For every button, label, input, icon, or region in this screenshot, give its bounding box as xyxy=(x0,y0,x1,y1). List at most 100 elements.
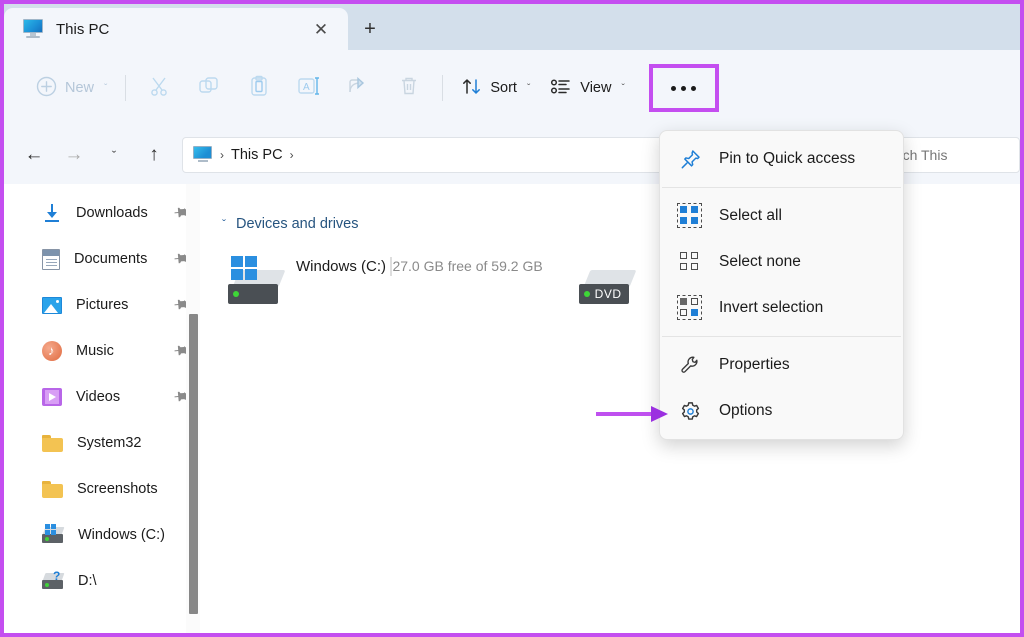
sidebar-item-downloads[interactable]: Downloads xyxy=(4,190,200,236)
recent-locations-button[interactable]: ˇ xyxy=(94,135,134,175)
sidebar-item-label: Videos xyxy=(76,389,121,405)
paste-button[interactable] xyxy=(234,66,284,110)
svg-text:A: A xyxy=(303,82,310,93)
this-pc-monitor-icon xyxy=(193,146,213,164)
sort-button[interactable]: Sort ˇ xyxy=(451,68,540,108)
menu-item-invert-selection[interactable]: Invert selection xyxy=(660,285,903,331)
this-pc-monitor-icon xyxy=(22,19,44,39)
sidebar-item-system32[interactable]: System32 xyxy=(4,420,200,466)
file-explorer-window: This PC ✕ + New ˇ A Sort ˇ View ˇ ← → ˇ … xyxy=(0,0,1024,637)
group-title: Devices and drives xyxy=(236,216,359,232)
sidebar-item-videos[interactable]: Videos xyxy=(4,374,200,420)
navigation-pane: Downloads Documents Pictures ♪ Music Vid… xyxy=(4,184,200,633)
sidebar-item-label: Music xyxy=(76,343,114,359)
see-more-context-menu: Pin to Quick access Select all Select no… xyxy=(659,130,904,440)
folder-icon xyxy=(42,480,63,498)
wrench-icon xyxy=(680,355,701,376)
forward-button[interactable]: → xyxy=(54,135,94,175)
menu-item-label: Invert selection xyxy=(719,299,824,316)
annotation-arrow-to-options xyxy=(596,406,674,422)
delete-button[interactable] xyxy=(384,66,434,110)
ellipsis-icon xyxy=(691,85,697,91)
sidebar-item-label: System32 xyxy=(77,435,142,451)
back-button[interactable]: ← xyxy=(14,135,54,175)
share-icon xyxy=(347,75,371,102)
downloads-icon xyxy=(42,203,62,223)
sidebar-item-screenshots[interactable]: Screenshots xyxy=(4,466,200,512)
copy-button[interactable] xyxy=(184,66,234,110)
chevron-down-icon: ˇ xyxy=(621,82,625,94)
breadcrumb-separator: › xyxy=(220,148,224,162)
sidebar-item-label: Windows (C:) xyxy=(78,527,166,543)
up-button[interactable]: ↑ xyxy=(134,135,174,175)
dvd-drive-icon: DVD xyxy=(573,254,637,306)
toolbar-divider-1 xyxy=(125,75,127,101)
copy-icon xyxy=(198,75,220,102)
new-button-label: New xyxy=(65,80,95,96)
select-all-icon xyxy=(677,202,702,228)
folder-icon xyxy=(42,434,63,452)
tab-strip: This PC ✕ + xyxy=(4,4,1020,50)
rename-icon: A xyxy=(297,75,321,102)
invert-selection-icon xyxy=(677,294,702,320)
sort-button-label: Sort xyxy=(490,80,517,96)
tab-title: This PC xyxy=(56,20,110,38)
breadcrumb-separator: › xyxy=(289,148,294,162)
sidebar-item-documents[interactable]: Documents xyxy=(4,236,200,282)
menu-separator xyxy=(662,187,901,188)
sidebar-item-windows-c[interactable]: Windows (C:) xyxy=(4,512,200,558)
windows-drive-icon xyxy=(42,524,65,545)
sidebar-item-label: Pictures xyxy=(76,297,129,313)
sidebar-item-label: D:\ xyxy=(78,573,97,589)
gear-icon xyxy=(680,401,701,422)
menu-item-properties[interactable]: Properties xyxy=(660,342,903,388)
breadcrumb-this-pc[interactable]: This PC xyxy=(231,147,283,163)
sort-arrows-icon xyxy=(461,76,482,101)
rename-button[interactable]: A xyxy=(284,66,334,110)
pin-icon xyxy=(680,149,701,170)
clipboard-icon xyxy=(248,75,270,102)
scissors-icon xyxy=(148,75,170,102)
menu-item-label: Options xyxy=(719,402,773,419)
close-icon[interactable]: ✕ xyxy=(306,14,336,44)
arrow-head-icon xyxy=(651,406,668,422)
command-bar: New ˇ A Sort ˇ View ˇ xyxy=(4,50,1020,126)
sidebar-item-pictures[interactable]: Pictures xyxy=(4,282,200,328)
view-list-icon xyxy=(550,76,572,101)
new-button[interactable]: New ˇ xyxy=(26,68,117,108)
menu-item-pin-to-quick-access[interactable]: Pin to Quick access xyxy=(660,136,903,182)
ellipsis-button[interactable] xyxy=(648,64,719,112)
new-tab-button[interactable]: + xyxy=(348,8,392,50)
sidebar-item-label: Documents xyxy=(74,251,148,267)
view-button[interactable]: View ˇ xyxy=(540,68,635,108)
videos-icon xyxy=(42,388,62,406)
ellipsis-icon xyxy=(671,85,677,91)
menu-item-options[interactable]: Options xyxy=(660,388,903,434)
sidebar-item-d-drive[interactable]: ? D:\ xyxy=(4,558,200,604)
sidebar-scrollbar[interactable] xyxy=(186,184,200,633)
ellipsis-icon xyxy=(681,85,687,91)
share-button[interactable] xyxy=(334,66,384,110)
menu-item-select-none[interactable]: Select none xyxy=(660,239,903,285)
tab-this-pc[interactable]: This PC ✕ xyxy=(4,8,348,50)
sidebar-item-label: Screenshots xyxy=(77,481,158,497)
drive-tile-windows-c[interactable]: Windows (C:) 27.0 GB free of 59.2 GB xyxy=(222,254,543,306)
documents-icon xyxy=(42,248,60,270)
cut-button[interactable] xyxy=(134,66,184,110)
dvd-drive-label: DVD xyxy=(594,287,622,301)
menu-item-label: Select all xyxy=(719,207,782,224)
menu-item-label: Properties xyxy=(719,356,790,373)
menu-separator xyxy=(662,336,901,337)
menu-item-label: Select none xyxy=(719,253,801,270)
drive-tile-dvd[interactable]: DVD xyxy=(573,254,637,306)
sidebar-item-music[interactable]: ♪ Music xyxy=(4,328,200,374)
music-icon: ♪ xyxy=(42,341,62,361)
chevron-down-icon: ˇ xyxy=(104,82,108,94)
sidebar-scrollbar-thumb[interactable] xyxy=(189,314,198,614)
unknown-drive-icon: ? xyxy=(42,569,65,591)
menu-item-select-all[interactable]: Select all xyxy=(660,193,903,239)
view-button-label: View xyxy=(580,80,612,96)
drive-name: Windows (C:) xyxy=(296,258,387,275)
chevron-down-icon[interactable]: ˇ xyxy=(222,217,226,231)
pictures-icon xyxy=(42,296,62,314)
